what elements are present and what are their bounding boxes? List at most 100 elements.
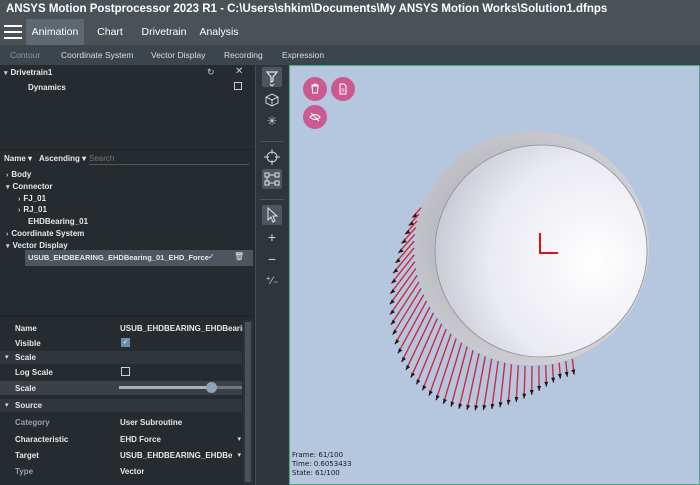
plus-icon[interactable]: +: [262, 227, 282, 247]
left-panel: ▾ Drivetrain1 ↻ ✕ Dynamics Name ▾ Ascendi…: [0, 65, 255, 485]
force-arrow: [389, 261, 416, 295]
chevron-down-icon: ▾: [28, 154, 33, 163]
chevron-down-icon: ▾: [237, 436, 241, 443]
search-input[interactable]: [89, 152, 249, 165]
force-arrow: [507, 364, 513, 405]
force-arrowhead: [394, 339, 400, 345]
force-arrowhead: [458, 403, 463, 409]
log-scale-label: Log Scale: [15, 368, 53, 377]
force-arrowhead: [398, 248, 404, 254]
cube-icon[interactable]: [262, 90, 282, 110]
bearing-scene: [389, 131, 649, 411]
nodes-icon[interactable]: [262, 169, 282, 189]
force-arrow: [491, 360, 499, 410]
copy-icon[interactable]: [234, 82, 242, 90]
asterisk-icon[interactable]: ✳: [262, 111, 282, 131]
sort-order-select[interactable]: Ascending ▾: [39, 154, 86, 163]
sub-tabs: Contour Coordinate System Vector Display…: [0, 45, 700, 65]
scale-section-header[interactable]: ▾ Scale: [0, 351, 242, 364]
target-select[interactable]: USUB_EHDBEARING_EHDBearin ▾: [118, 448, 242, 462]
collapse-caret-icon[interactable]: ▾: [4, 70, 8, 77]
menu-chart[interactable]: Chart: [90, 19, 130, 45]
tree-label: Body: [11, 170, 32, 179]
sort-order-value: Ascending: [39, 154, 80, 163]
force-arrowhead: [522, 393, 527, 399]
expand-caret-icon: ›: [6, 172, 9, 179]
menu-bar: Animation Chart Drivetrain Analysis: [0, 19, 700, 45]
minus-icon[interactable]: −: [262, 249, 282, 269]
force-arrowhead: [435, 394, 440, 401]
tab-recording[interactable]: Recording: [224, 45, 263, 65]
force-arrowhead: [410, 372, 416, 378]
scale-label: Scale: [15, 384, 36, 393]
force-arrow: [515, 365, 519, 403]
tree-label: RJ_01: [23, 205, 47, 214]
collapse-caret-icon: ▾: [6, 243, 10, 250]
tree-item-fj[interactable]: › FJ_01: [18, 194, 46, 203]
force-arrow: [400, 306, 431, 363]
force-arrowhead: [401, 356, 406, 363]
pointer-icon[interactable]: [262, 205, 282, 225]
tree-item-vector-display[interactable]: ▾ Vector Display: [6, 241, 68, 250]
menu-drivetrain[interactable]: Drivetrain: [136, 19, 192, 45]
properties-scrollbar[interactable]: [243, 320, 253, 485]
dynamics-item[interactable]: Dynamics: [28, 83, 66, 92]
source-section-label: Source: [15, 401, 43, 410]
scale-slider-thumb[interactable]: [206, 382, 218, 393]
force-arrow: [482, 358, 493, 411]
sort-field-select[interactable]: Name ▾: [4, 154, 32, 163]
name-label: Name: [15, 324, 37, 333]
scale-slider[interactable]: [119, 382, 242, 393]
category-value: User Subroutine: [120, 418, 183, 427]
tree-item-rj[interactable]: › RJ_01: [18, 205, 47, 214]
force-arrowhead: [529, 389, 534, 395]
target-label: Target: [15, 451, 39, 460]
tab-vector-display[interactable]: Vector Display: [151, 45, 205, 65]
collapse-caret-icon: ▾: [5, 354, 9, 361]
force-arrowhead: [397, 348, 403, 354]
tree-item-coordsys[interactable]: › Coordinate System: [6, 229, 84, 238]
visible-checkbox[interactable]: ✓: [121, 338, 130, 347]
force-arrowhead: [544, 381, 549, 387]
expand-caret-icon: ›: [18, 207, 21, 214]
tab-coordinate-system[interactable]: Coordinate System: [61, 45, 133, 65]
drivetrain-label: Drivetrain1: [10, 68, 53, 77]
expand-caret-icon: ›: [6, 231, 9, 238]
collapse-caret-icon: ▾: [5, 402, 9, 409]
sort-field-value: Name: [4, 154, 26, 163]
menu-animation[interactable]: Animation: [26, 19, 84, 45]
category-label: Category: [15, 418, 50, 427]
force-arrowhead: [390, 309, 395, 315]
hamburger-menu-icon[interactable]: [4, 25, 22, 39]
force-arrowhead: [390, 319, 396, 325]
tab-expression[interactable]: Expression: [282, 45, 324, 65]
tool-strip: ✳ + − ⁺⁄₋: [255, 65, 288, 485]
source-section-header[interactable]: ▾ Source: [0, 399, 242, 412]
trash-icon[interactable]: 🗑: [234, 252, 244, 261]
selected-vector-item[interactable]: USUB_EHDBEARING_EHDBearing_01_EHD_Force …: [25, 250, 253, 266]
characteristic-select[interactable]: EHD Force ▾: [118, 432, 242, 446]
tree-item-body[interactable]: › Body: [6, 170, 31, 179]
tree-item-connector[interactable]: ▾ Connector: [6, 182, 53, 191]
check-icon[interactable]: ✓: [208, 252, 215, 261]
tree-label: Connector: [12, 182, 53, 191]
menu-analysis[interactable]: Analysis: [196, 19, 242, 45]
force-arrowhead: [450, 401, 455, 407]
characteristic-label: Characteristic: [15, 435, 69, 444]
plus-minus-icon[interactable]: ⁺⁄₋: [262, 271, 282, 291]
close-icon[interactable]: ✕: [235, 66, 243, 77]
3d-viewport[interactable]: Frame: 61/100 Time: 0.6053433 State: 61/…: [289, 65, 700, 485]
drivetrain-node[interactable]: ▾ Drivetrain1: [4, 68, 52, 77]
type-label: Type: [15, 467, 34, 476]
tree-item-ehd[interactable]: EHDBearing_01: [28, 217, 88, 226]
force-arrowhead: [416, 379, 421, 385]
crosshair-icon[interactable]: [262, 147, 282, 167]
refresh-icon[interactable]: ↻: [207, 67, 215, 78]
filter-icon[interactable]: [262, 67, 282, 87]
force-arrow: [405, 312, 435, 371]
target-value: USUB_EHDBEARING_EHDBearin: [120, 451, 232, 460]
tab-contour[interactable]: Contour: [10, 45, 40, 65]
name-field[interactable]: USUB_EHDBEARING_EHDBearing_0: [120, 324, 250, 333]
window-title: ANSYS Motion Postprocessor 2023 R1 - C:\…: [0, 0, 700, 19]
log-scale-checkbox[interactable]: [121, 367, 130, 376]
